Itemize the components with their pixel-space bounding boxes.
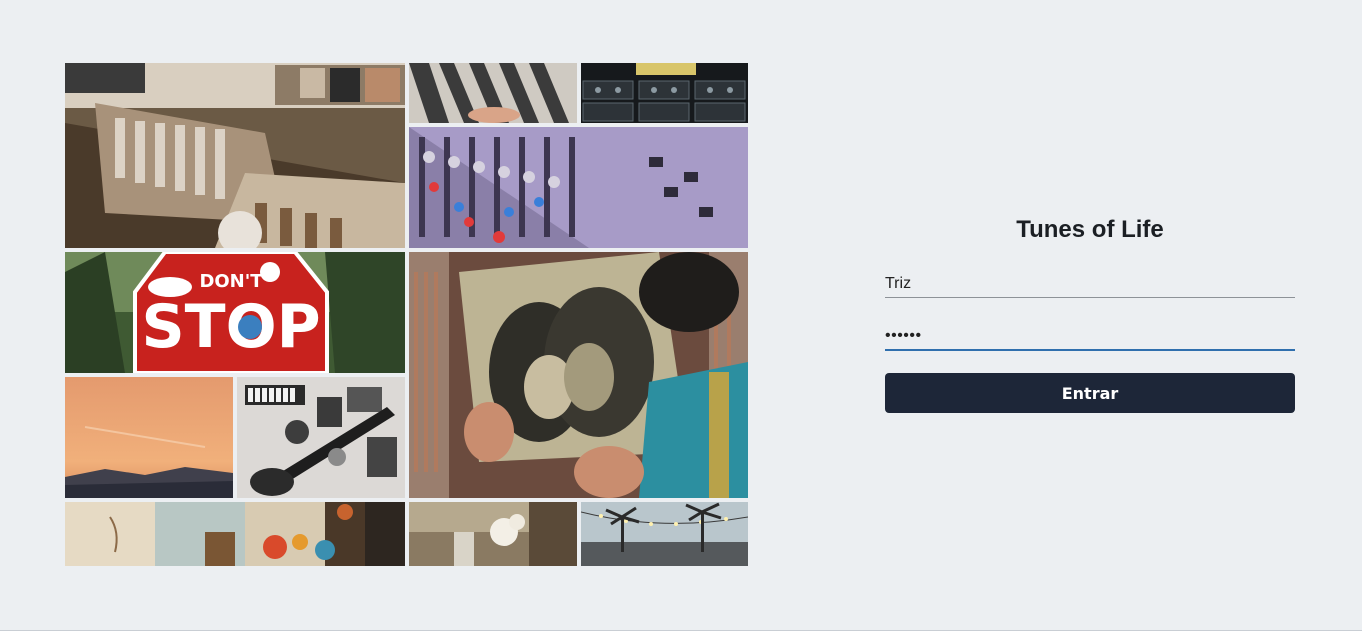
password-input[interactable] bbox=[885, 323, 1295, 351]
login-button[interactable]: Entrar bbox=[885, 373, 1295, 413]
cassettes-tile bbox=[581, 63, 748, 123]
stop-sign-tile: STOP DON'T bbox=[65, 252, 405, 373]
flowers-book-tile bbox=[65, 502, 405, 566]
record-store-tile bbox=[65, 63, 405, 248]
vinyl-hand-tile bbox=[409, 63, 577, 123]
svg-text:STOP: STOP bbox=[141, 292, 320, 362]
svg-text:DON'T: DON'T bbox=[199, 271, 263, 292]
username-input[interactable] bbox=[885, 271, 1295, 298]
palm-lights-tile bbox=[581, 502, 748, 566]
app-title: Tunes of Life bbox=[1016, 216, 1164, 243]
sunset-tile bbox=[65, 377, 233, 498]
photo-collage: STOP DON'T bbox=[65, 63, 748, 566]
flatlay-guitar-tile bbox=[237, 377, 405, 498]
mixing-console-tile bbox=[409, 127, 748, 248]
couple-kiss-tile bbox=[409, 252, 748, 498]
still-life-tile bbox=[409, 502, 577, 566]
login-panel: Tunes of Life Entrar bbox=[885, 213, 1295, 413]
